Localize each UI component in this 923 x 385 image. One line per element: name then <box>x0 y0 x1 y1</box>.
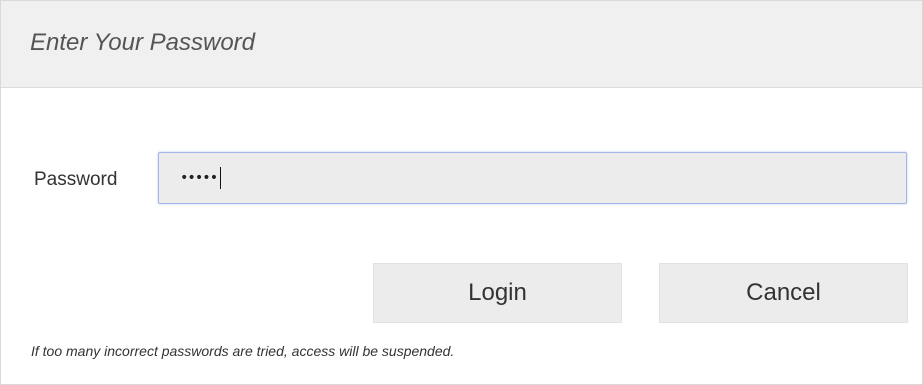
password-dots: ••••• <box>180 170 218 186</box>
dialog-title: Enter Your Password <box>30 29 256 56</box>
password-dialog: Enter Your Password Password ••••• Login… <box>0 0 923 385</box>
login-button[interactable]: Login <box>373 263 622 323</box>
password-label: Password <box>34 169 118 190</box>
password-input[interactable]: ••••• <box>158 152 907 204</box>
dialog-header: Enter Your Password <box>1 1 922 88</box>
suspension-warning: If too many incorrect passwords are trie… <box>31 343 455 359</box>
cancel-button[interactable]: Cancel <box>659 263 908 323</box>
password-masked-value: ••••• <box>180 167 222 189</box>
text-caret <box>220 167 222 189</box>
